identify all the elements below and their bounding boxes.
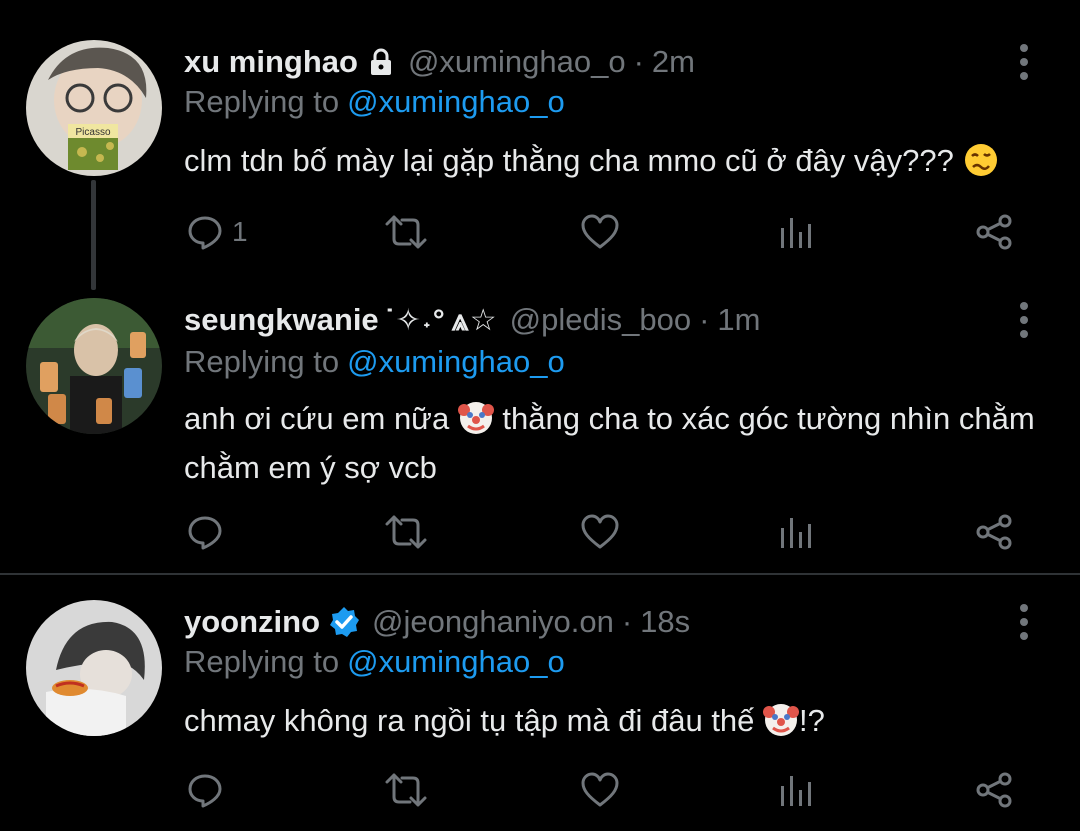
tweet-header: xu minghao @xuminghao_o · 2m <box>184 40 695 84</box>
share-icon <box>976 514 1012 550</box>
more-options-icon[interactable] <box>1016 42 1032 82</box>
replying-to: Replying to @xuminghao_o <box>184 644 565 680</box>
more-options-icon[interactable] <box>1016 602 1032 642</box>
tweet-xuminghao[interactable]: Picasso xu minghao @xuminghao_o · 2m Rep… <box>0 40 1080 290</box>
tweet-divider <box>0 573 1080 575</box>
separator-dot: · <box>633 44 644 79</box>
like-button[interactable] <box>580 768 620 812</box>
tweet-text: clm tdn bố mày lại gặp thằng cha mmo cũ … <box>184 140 1044 189</box>
replying-prefix: Replying to <box>184 644 340 679</box>
share-button[interactable] <box>974 510 1014 554</box>
tweet-yoonzino[interactable]: yoonzino @jeonghaniyo.on · 18s Replying … <box>0 600 1080 831</box>
replying-to: Replying to @xuminghao_o <box>184 344 565 380</box>
svg-text:Picasso: Picasso <box>75 127 110 138</box>
avatar-seungkwanie[interactable] <box>26 298 162 434</box>
lock-icon <box>366 47 396 77</box>
display-name[interactable]: yoonzino <box>184 604 320 640</box>
handle[interactable]: @jeonghaniyo.on <box>372 604 614 640</box>
tweet-text-after: !? <box>799 703 825 738</box>
tweet-seungkwanie[interactable]: seungkwanie ˙✧˖° ⩓☆ @pledis_boo · 1m Rep… <box>0 298 1080 568</box>
analytics-button[interactable] <box>780 210 814 254</box>
handle[interactable]: @pledis_boo <box>510 302 691 338</box>
thread-line <box>91 180 96 290</box>
tweet-actions <box>184 768 1024 812</box>
like-button[interactable] <box>580 210 620 254</box>
avatar-yoonzino[interactable] <box>26 600 162 736</box>
tweet-text-content: clm tdn bố mày lại gặp thằng cha mmo cũ … <box>184 143 963 178</box>
clown-face-icon <box>457 400 494 447</box>
analytics-icon <box>781 518 811 548</box>
woozy-face-icon <box>963 142 999 189</box>
reply-icon <box>188 516 222 550</box>
share-button[interactable] <box>974 210 1014 254</box>
tweet-actions <box>184 510 1024 554</box>
handle[interactable]: @xuminghao_o <box>408 44 626 80</box>
reply-icon <box>188 216 222 250</box>
share-icon <box>976 214 1012 250</box>
retweet-icon <box>385 515 427 549</box>
mention-link[interactable]: @xuminghao_o <box>347 644 565 679</box>
reply-button[interactable] <box>186 510 232 554</box>
tweet-text-before: anh ơi cứu em nữa <box>184 401 458 436</box>
heart-icon <box>581 514 619 549</box>
like-button[interactable] <box>580 510 620 554</box>
display-name[interactable]: xu minghao <box>184 44 358 80</box>
retweet-button[interactable] <box>384 210 428 254</box>
timestamp[interactable]: 1m <box>717 302 760 338</box>
tweet-actions: 1 <box>184 210 1024 254</box>
tweet-header: yoonzino @jeonghaniyo.on · 18s <box>184 600 690 644</box>
reply-button[interactable] <box>186 768 232 812</box>
analytics-button[interactable] <box>780 768 814 812</box>
mention-link[interactable]: @xuminghao_o <box>347 344 565 379</box>
verified-icon <box>328 606 360 638</box>
mention-link[interactable]: @xuminghao_o <box>347 84 565 119</box>
timestamp[interactable]: 18s <box>640 604 690 640</box>
tweet-text: chmay không ra ngồi tụ tập mà đi đâu thế… <box>184 700 1044 749</box>
replying-prefix: Replying to <box>184 84 340 119</box>
separator-dot: · <box>699 302 710 337</box>
timestamp[interactable]: 2m <box>652 44 695 80</box>
retweet-button[interactable] <box>384 768 428 812</box>
reply-icon <box>188 774 222 808</box>
retweet-icon <box>385 773 427 807</box>
tweet-text: anh ơi cứu em nữa thằng cha to xác góc t… <box>184 398 1044 489</box>
reply-count: 1 <box>232 216 248 247</box>
replying-prefix: Replying to <box>184 344 340 379</box>
tweet-text-before: chmay không ra ngồi tụ tập mà đi đâu thế <box>184 703 764 738</box>
analytics-icon <box>781 776 811 806</box>
retweet-button[interactable] <box>384 510 428 554</box>
separator-dot: · <box>621 604 633 639</box>
display-name[interactable]: seungkwanie <box>184 302 379 338</box>
avatar-xuminghao[interactable]: Picasso <box>26 40 162 176</box>
share-button[interactable] <box>974 768 1014 812</box>
tweet-header: seungkwanie ˙✧˖° ⩓☆ @pledis_boo · 1m <box>184 298 760 342</box>
reply-button[interactable]: 1 <box>186 210 248 254</box>
analytics-icon <box>781 218 811 248</box>
name-decoration: ˙✧˖° <box>384 303 446 337</box>
heart-icon <box>581 772 619 807</box>
clown-face-icon <box>763 702 800 749</box>
share-icon <box>976 772 1012 808</box>
name-decoration-2: ⩓☆ <box>451 303 498 337</box>
retweet-icon <box>385 215 427 249</box>
analytics-button[interactable] <box>780 510 814 554</box>
more-options-icon[interactable] <box>1016 300 1032 340</box>
heart-icon <box>581 214 619 249</box>
replying-to: Replying to @xuminghao_o <box>184 84 565 120</box>
